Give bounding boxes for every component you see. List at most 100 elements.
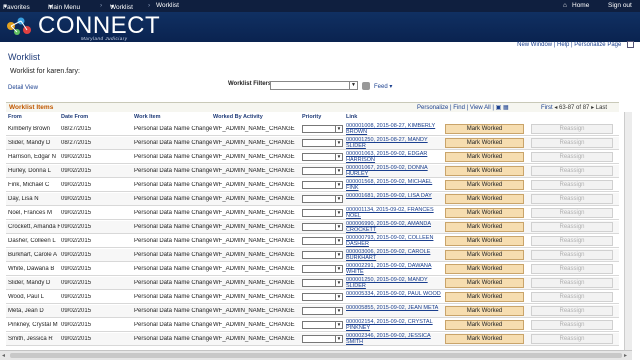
cell-work-item: Personal Data Name Change bbox=[134, 126, 212, 132]
cell-from: Pinkney, Crystal M bbox=[8, 322, 58, 328]
worklist-item-link[interactable]: 000002291, 2015-09-02, DAWANA WHITE bbox=[346, 263, 444, 276]
mark-worked-button[interactable]: Mark Worked bbox=[445, 208, 524, 218]
worklist-item-link[interactable]: 000001008, 2015-08-27, KIMBERLY BROWN bbox=[346, 123, 444, 136]
cell-date-from: 09/02/2015 bbox=[61, 308, 92, 314]
mark-worked-button[interactable]: Mark Worked bbox=[445, 152, 524, 162]
signout-link[interactable]: Sign out bbox=[608, 2, 632, 9]
previous-page-icon[interactable]: ◂ bbox=[554, 105, 557, 111]
priority-select[interactable]: ▼ bbox=[302, 139, 343, 147]
find-link[interactable]: Find bbox=[453, 105, 465, 111]
chevron-down-icon: ▼ bbox=[335, 322, 342, 328]
worklist-item-link[interactable]: 000001568, 2015-09-02, MICHAEL FINK bbox=[346, 179, 444, 192]
worklist-item-link[interactable]: 000006990, 2015-09-02, AMANDA CROCKETT bbox=[346, 221, 444, 234]
worklist-filters-select[interactable]: ▼ bbox=[270, 81, 358, 90]
mark-worked-button[interactable]: Mark Worked bbox=[445, 194, 524, 204]
worklist-item-link[interactable]: 000002346, 2015-09-02, JESSICA SMITH bbox=[346, 333, 444, 346]
priority-select[interactable]: ▼ bbox=[302, 223, 343, 231]
worklist-item-link[interactable]: 000001063, 2015-09-02, EDGAR HARRISON bbox=[346, 151, 444, 164]
page-utility-links: New Window | Help | Personalize Page bbox=[517, 41, 634, 48]
mark-worked-button[interactable]: Mark Worked bbox=[445, 166, 524, 176]
worklist-item-link[interactable]: 000001250, 2015-08-27, MANDY SLIDER bbox=[346, 137, 444, 150]
feed-icon[interactable] bbox=[362, 82, 370, 90]
grid-view-icon[interactable]: ▦ bbox=[503, 105, 509, 111]
mark-worked-button[interactable]: Mark Worked bbox=[445, 236, 524, 246]
home-icon[interactable]: ⌂ bbox=[563, 2, 567, 9]
personalize-page-link[interactable]: Personalize Page bbox=[574, 42, 621, 48]
help-link[interactable]: Help bbox=[557, 42, 569, 48]
vertical-scrollbar[interactable] bbox=[624, 112, 632, 350]
priority-select[interactable]: ▼ bbox=[302, 279, 343, 287]
worklist-item-link[interactable]: 000005855, 2015-09-02, JEAN META bbox=[346, 305, 444, 318]
worklist-item-link[interactable]: 000000793, 2015-09-02, COLLEEN DASHER bbox=[346, 235, 444, 248]
reassign-button: Reassign bbox=[531, 124, 613, 134]
view-all-link[interactable]: View All bbox=[470, 105, 491, 111]
table-row: Slider, Mandy D 09/02/2015 Personal Data N… bbox=[6, 277, 619, 290]
worklist-item-link[interactable]: 000001067, 2015-09-02, DONNA HURLEY bbox=[346, 165, 444, 178]
cell-date-from: 09/02/2015 bbox=[61, 322, 92, 328]
breadcrumb-worklist-2[interactable]: Worklist bbox=[156, 2, 179, 9]
worklist-item-link[interactable]: 000001681, 2015-09-02, LISA DAY bbox=[346, 193, 444, 206]
cell-date-from: 09/02/2015 bbox=[61, 182, 92, 188]
cell-worked-by: WF_ADMIN_NAME_CHANGE bbox=[213, 336, 295, 342]
scrollbar-thumb[interactable] bbox=[10, 353, 622, 358]
home-link[interactable]: Home bbox=[572, 2, 589, 9]
scroll-left-icon[interactable]: ◂ bbox=[2, 352, 5, 359]
cell-from: Meta, Jean D bbox=[8, 308, 44, 314]
first-page-link[interactable]: First bbox=[541, 105, 553, 111]
cell-work-item: Personal Data Name Change bbox=[134, 210, 212, 216]
worklist-item-link[interactable]: 000005334, 2015-09-02, PAUL WOOD bbox=[346, 291, 444, 304]
priority-select[interactable]: ▼ bbox=[302, 251, 343, 259]
worklist-item-link[interactable]: 000003006, 2015-09-02, CAROLE BURKHART bbox=[346, 249, 444, 262]
mark-worked-button[interactable]: Mark Worked bbox=[445, 222, 524, 232]
reassign-button: Reassign bbox=[531, 320, 613, 330]
table-row: Dasher, Colleen L 09/02/2015 Personal Data… bbox=[6, 235, 619, 248]
priority-select[interactable]: ▼ bbox=[302, 321, 343, 329]
table-row: Wood, Paul L 09/02/2015 Personal Data Name… bbox=[6, 291, 619, 304]
mark-worked-button[interactable]: Mark Worked bbox=[445, 334, 524, 344]
cell-worked-by: WF_ADMIN_NAME_CHANGE bbox=[213, 126, 295, 132]
cell-work-item: Personal Data Name Change bbox=[134, 196, 212, 202]
priority-select[interactable]: ▼ bbox=[302, 125, 343, 133]
cell-worked-by: WF_ADMIN_NAME_CHANGE bbox=[213, 196, 295, 202]
mark-worked-button[interactable]: Mark Worked bbox=[445, 306, 524, 316]
feed-link[interactable]: Feed ▾ bbox=[374, 83, 392, 90]
mark-worked-button[interactable]: Mark Worked bbox=[445, 124, 524, 134]
worklist-item-link[interactable]: 000001250, 2015-09-02, MANDY SLIDER bbox=[346, 277, 444, 290]
priority-select[interactable]: ▼ bbox=[302, 209, 343, 217]
new-window-link[interactable]: New Window bbox=[517, 42, 552, 48]
page-settings-icon[interactable] bbox=[627, 41, 634, 48]
worklist-filters-label: Worklist Filters bbox=[228, 81, 272, 87]
priority-select[interactable]: ▼ bbox=[302, 293, 343, 301]
scroll-right-icon[interactable]: ▸ bbox=[624, 352, 627, 359]
mark-worked-button[interactable]: Mark Worked bbox=[445, 180, 524, 190]
mark-worked-button[interactable]: Mark Worked bbox=[445, 138, 524, 148]
priority-select[interactable]: ▼ bbox=[302, 167, 343, 175]
priority-select[interactable]: ▼ bbox=[302, 335, 343, 343]
cell-date-from: 09/02/2015 bbox=[61, 294, 92, 300]
priority-select[interactable]: ▼ bbox=[302, 195, 343, 203]
column-header-from: From bbox=[8, 114, 22, 120]
personalize-link[interactable]: Personalize bbox=[417, 105, 448, 111]
detail-view-link[interactable]: Detail View bbox=[8, 85, 38, 91]
mark-worked-button[interactable]: Mark Worked bbox=[445, 264, 524, 274]
priority-select[interactable]: ▼ bbox=[302, 265, 343, 273]
table-row: Fink, Michael C 09/02/2015 Personal Data N… bbox=[6, 179, 619, 192]
priority-select[interactable]: ▼ bbox=[302, 181, 343, 189]
priority-select[interactable]: ▼ bbox=[302, 307, 343, 315]
chevron-down-icon: ▼ bbox=[335, 252, 342, 258]
priority-select[interactable]: ▼ bbox=[302, 153, 343, 161]
horizontal-scrollbar[interactable]: ◂ ▸ bbox=[0, 350, 632, 360]
table-row: White, Dawana B 09/02/2015 Personal Data N… bbox=[6, 263, 619, 276]
cell-from: Burkhart, Carole A bbox=[8, 252, 58, 258]
mark-worked-button[interactable]: Mark Worked bbox=[445, 250, 524, 260]
mark-worked-button[interactable]: Mark Worked bbox=[445, 320, 524, 330]
worklist-item-link[interactable]: 000002154, 2015-09-02, CRYSTAL PINKNEY bbox=[346, 319, 444, 332]
mark-worked-button[interactable]: Mark Worked bbox=[445, 278, 524, 288]
worklist-item-link[interactable]: 000001134, 2015-09-02, FRANCES NOEL bbox=[346, 207, 444, 220]
favorites-chevron-down-icon: ▼ bbox=[3, 4, 8, 10]
reassign-button: Reassign bbox=[531, 194, 613, 204]
priority-select[interactable]: ▼ bbox=[302, 237, 343, 245]
mark-worked-button[interactable]: Mark Worked bbox=[445, 292, 524, 302]
cell-worked-by: WF_ADMIN_NAME_CHANGE bbox=[213, 252, 295, 258]
download-icon[interactable]: ▣ bbox=[496, 105, 502, 111]
